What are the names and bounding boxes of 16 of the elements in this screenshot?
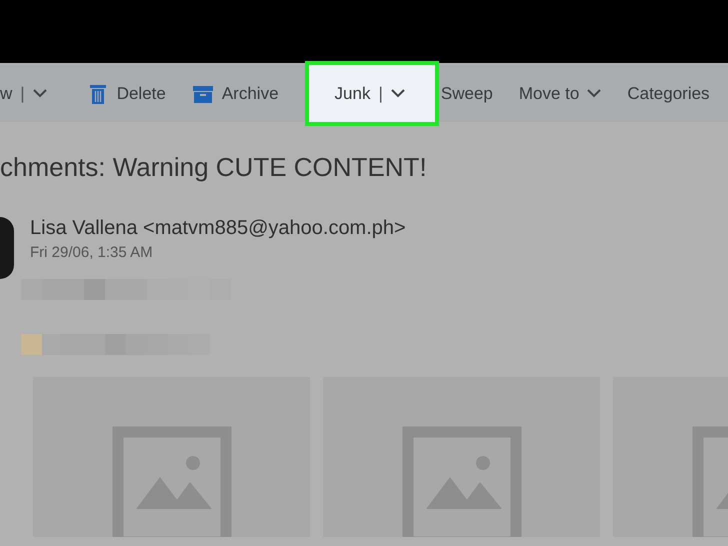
- separator-mark: |: [20, 84, 25, 104]
- separator-mark: |: [378, 84, 383, 104]
- toolbar-button[interactable]: Sweep: [440, 65, 493, 122]
- toolbar-button[interactable]: Move to: [518, 65, 602, 122]
- chevron-down-icon: [32, 89, 47, 98]
- toolbar-button[interactable]: Delete: [86, 65, 166, 122]
- email-date: Fri 29/06, 1:35 AM: [30, 244, 154, 261]
- toolbar-button[interactable]: Archive: [192, 65, 279, 122]
- email-subject: chments: Warning CUTE CONTENT!: [0, 152, 428, 183]
- toolbar-button[interactable]: Categories: [627, 65, 710, 122]
- chevron-down-icon: [390, 89, 405, 98]
- avatar: [0, 217, 14, 279]
- toolbar-button[interactable]: Junk |: [304, 61, 439, 126]
- sender-name: Lisa Vallena <matvm885@yahoo.com.ph>: [30, 217, 406, 240]
- toolbar-button[interactable]: w |: [0, 65, 47, 122]
- chevron-down-icon: [587, 89, 602, 98]
